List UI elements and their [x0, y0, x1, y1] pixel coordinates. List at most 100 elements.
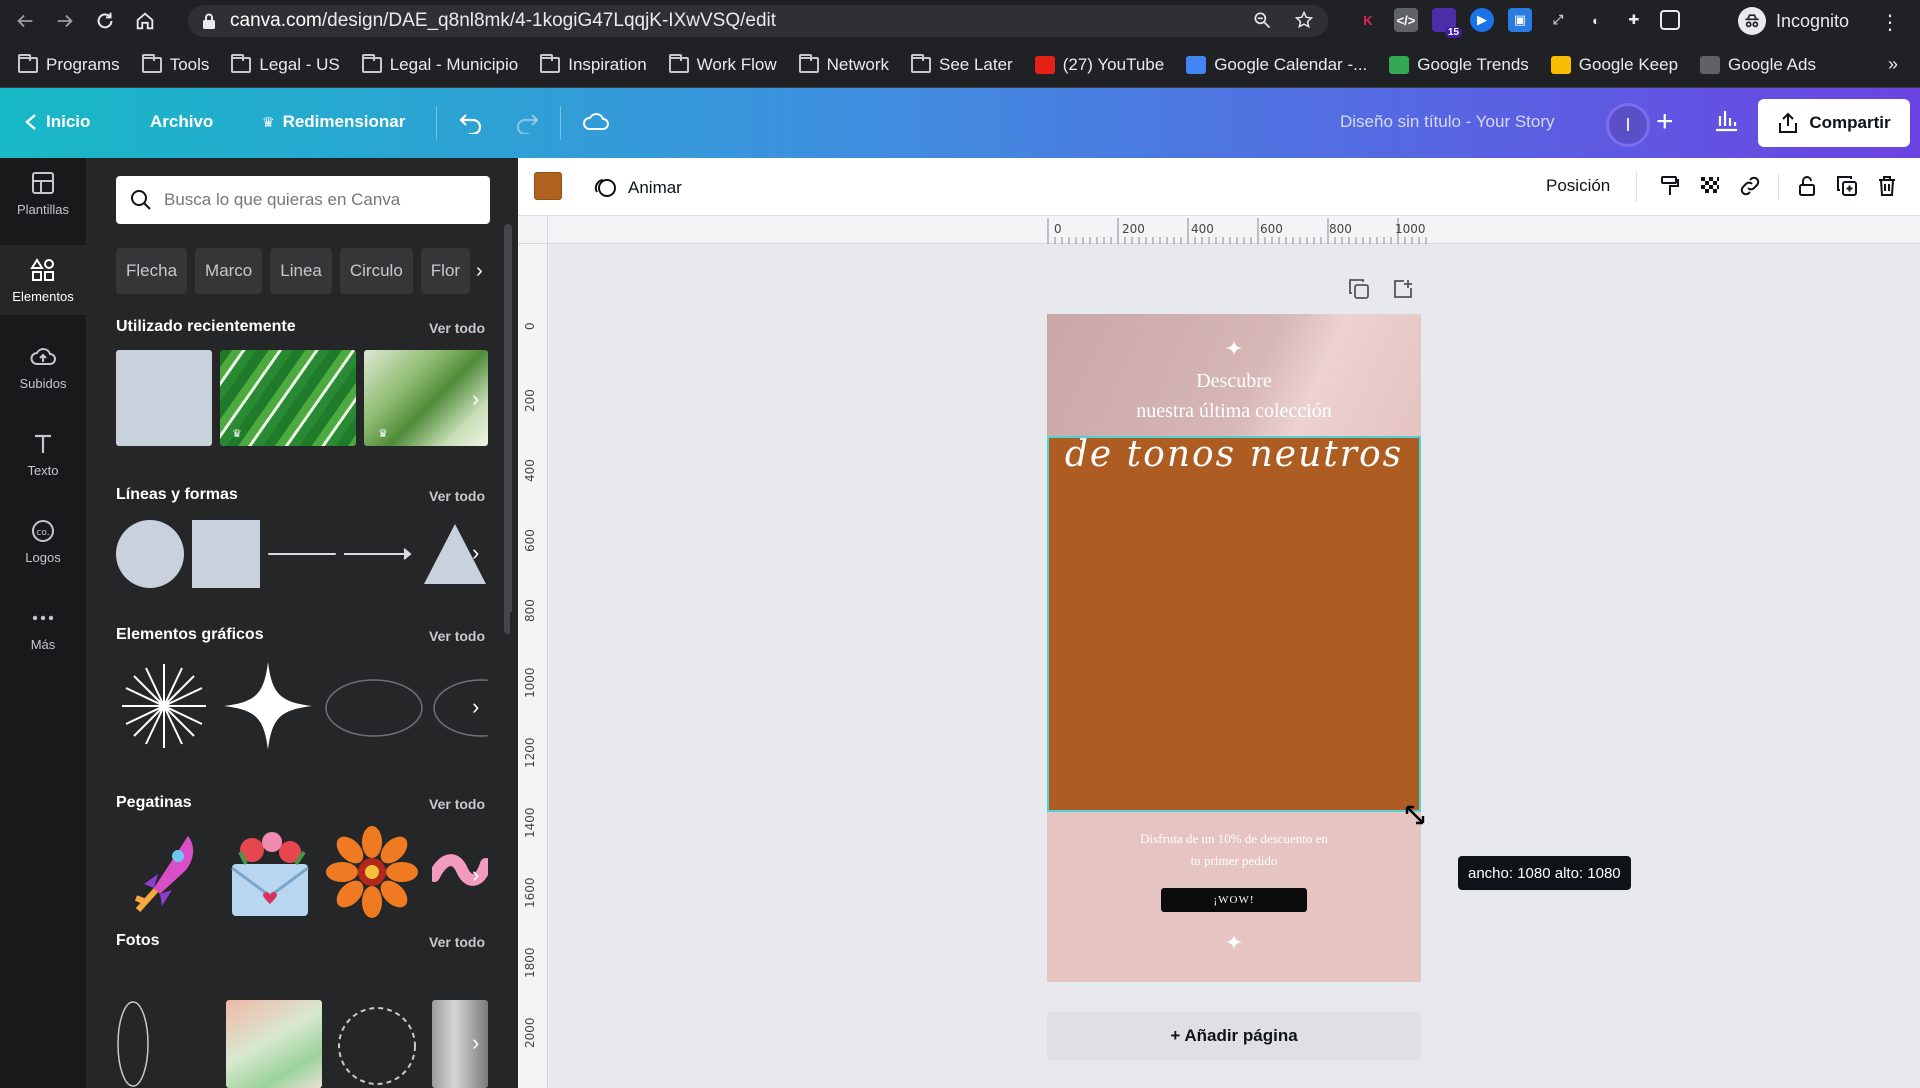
link-icon[interactable]: [1738, 174, 1762, 198]
bookmark-item[interactable]: Network: [798, 53, 889, 75]
recent-shape-thumbnail[interactable]: [116, 350, 212, 446]
zoom-icon[interactable]: [1252, 10, 1272, 30]
ellipse-outline-graphic[interactable]: [324, 678, 424, 738]
bookmark-star-icon[interactable]: [1294, 10, 1314, 30]
browser-menu-icon[interactable]: ⋮: [1880, 10, 1900, 35]
chip[interactable]: Flecha: [116, 248, 188, 294]
color-swatch[interactable]: [534, 172, 562, 200]
copy-style-paint-roller-icon[interactable]: [1658, 174, 1682, 198]
redo-icon[interactable]: [514, 112, 540, 134]
bookmark-item[interactable]: See Later: [911, 53, 1013, 75]
rail-item-uploads[interactable]: Subidos: [0, 332, 86, 402]
add-collaborator-icon[interactable]: +: [1656, 105, 1674, 139]
selected-brown-square[interactable]: [1047, 436, 1421, 810]
rail-item-templates[interactable]: Plantillas: [0, 158, 86, 228]
cloud-save-icon[interactable]: [582, 110, 610, 134]
design-page[interactable]: Descubre nuestra última colección de ton…: [1047, 314, 1421, 982]
extension-image-icon[interactable]: ▣: [1508, 8, 1532, 32]
rail-item-more[interactable]: Más: [0, 593, 86, 663]
bookmark-item[interactable]: (27) YouTube: [1034, 55, 1164, 75]
file-menu-button[interactable]: Archivo: [150, 112, 213, 132]
incognito-indicator[interactable]: Incognito: [1738, 6, 1849, 36]
chip[interactable]: Linea: [270, 248, 332, 294]
rocket-sticker[interactable]: [126, 828, 206, 918]
add-page-icon[interactable]: [1392, 278, 1414, 300]
extension-play-icon[interactable]: ▶: [1470, 8, 1494, 32]
line-shape[interactable]: [268, 553, 336, 555]
bookmark-item[interactable]: Google Keep: [1550, 55, 1678, 75]
rail-item-text[interactable]: Texto: [0, 419, 86, 489]
insights-chart-icon[interactable]: [1712, 106, 1740, 134]
bookmark-item[interactable]: Inspiration: [540, 53, 647, 75]
oval-frame-photo[interactable]: [116, 1000, 150, 1088]
lock-open-icon[interactable]: [1795, 174, 1819, 198]
chip[interactable]: Marco: [195, 248, 263, 294]
duplicate-page-icon[interactable]: [1348, 278, 1370, 300]
scalloped-frame-photo[interactable]: [330, 1000, 424, 1088]
chevron-right-icon[interactable]: ›: [476, 260, 483, 283]
home-button[interactable]: Inicio: [24, 112, 90, 132]
chevron-right-icon[interactable]: ›: [472, 386, 496, 411]
sparkle-star-graphic[interactable]: [220, 658, 316, 754]
extension-code-icon[interactable]: </>: [1394, 8, 1418, 32]
side-panel-icon[interactable]: [1660, 10, 1680, 30]
circle-shape[interactable]: [116, 520, 184, 588]
chevron-right-icon[interactable]: ›: [472, 694, 496, 719]
trash-icon[interactable]: [1875, 174, 1899, 198]
chevron-right-icon[interactable]: ›: [472, 540, 496, 565]
chevron-right-icon[interactable]: ›: [472, 862, 496, 887]
bookmark-item[interactable]: Google Ads: [1700, 55, 1816, 75]
extension-k-icon[interactable]: K: [1356, 8, 1380, 32]
duplicate-icon[interactable]: [1835, 174, 1859, 198]
animate-button[interactable]: Animar: [594, 176, 682, 200]
orange-flower-sticker[interactable]: [326, 826, 418, 918]
see-all-link[interactable]: Ver todo: [429, 320, 485, 336]
extension-badge-icon[interactable]: 15: [1432, 8, 1462, 38]
tropical-leaf-thumbnail[interactable]: ♛: [364, 350, 488, 446]
bookmark-item[interactable]: Tools: [141, 53, 209, 75]
flower-envelope-sticker[interactable]: [226, 824, 314, 922]
search-box[interactable]: [116, 176, 490, 224]
see-all-link[interactable]: Ver todo: [429, 488, 485, 504]
panel-scrollbar[interactable]: [504, 224, 512, 634]
share-button[interactable]: Compartir: [1758, 99, 1910, 147]
see-all-link[interactable]: Ver todo: [429, 796, 485, 812]
search-input[interactable]: [164, 190, 464, 210]
chip[interactable]: Circulo: [339, 248, 413, 294]
rail-item-logos[interactable]: co. Logos: [0, 506, 86, 576]
chip[interactable]: Flor: [420, 248, 471, 294]
position-button[interactable]: Posición: [1546, 176, 1610, 196]
bookmark-item[interactable]: Legal - US: [231, 53, 340, 75]
extension-headset-icon[interactable]: ◐: [1584, 8, 1608, 32]
rail-item-elements[interactable]: Elementos: [0, 245, 86, 315]
monstera-leaves-thumbnail[interactable]: ♛: [220, 350, 356, 446]
transparency-checker-icon[interactable]: [1698, 174, 1722, 198]
chevron-right-icon[interactable]: ›: [472, 1030, 496, 1055]
bookmark-item[interactable]: Legal - Municipio: [361, 53, 518, 75]
bookmark-item[interactable]: Work Flow: [668, 53, 777, 75]
bookmarks-overflow-icon[interactable]: »: [1888, 54, 1898, 75]
design-title[interactable]: Diseño sin título - Your Story: [1340, 112, 1555, 132]
bookmark-item[interactable]: Google Calendar -...: [1186, 55, 1367, 75]
square-shape[interactable]: [192, 520, 260, 588]
add-page-button[interactable]: + Añadir página: [1047, 1012, 1421, 1060]
back-icon[interactable]: [10, 6, 40, 36]
see-all-link[interactable]: Ver todo: [429, 934, 485, 950]
gradient-photo[interactable]: [226, 1000, 322, 1088]
home-icon[interactable]: [130, 6, 160, 36]
headline-line-2[interactable]: nuestra última colección: [1047, 400, 1421, 423]
starburst-graphic[interactable]: [116, 658, 212, 754]
reload-icon[interactable]: [90, 6, 120, 36]
avatar[interactable]: I: [1606, 103, 1650, 147]
bookmark-item[interactable]: Google Trends: [1389, 55, 1529, 75]
cta-button[interactable]: ¡WOW!: [1161, 888, 1307, 912]
promo-text[interactable]: Disfruta de un 10% de descuento en tu pr…: [1087, 828, 1381, 872]
headline-line-1[interactable]: Descubre: [1047, 370, 1421, 393]
extension-expand-icon[interactable]: ⤢: [1546, 8, 1570, 32]
resize-button[interactable]: ♛ Redimensionar: [262, 112, 405, 132]
forward-icon[interactable]: [50, 6, 80, 36]
script-subtitle[interactable]: de tonos neutros: [1047, 434, 1421, 475]
see-all-link[interactable]: Ver todo: [429, 628, 485, 644]
arrow-line-shape[interactable]: [344, 546, 414, 562]
address-bar[interactable]: canva.com/design/DAE_q8nl8mk/4-1kogiG47L…: [188, 5, 1328, 37]
